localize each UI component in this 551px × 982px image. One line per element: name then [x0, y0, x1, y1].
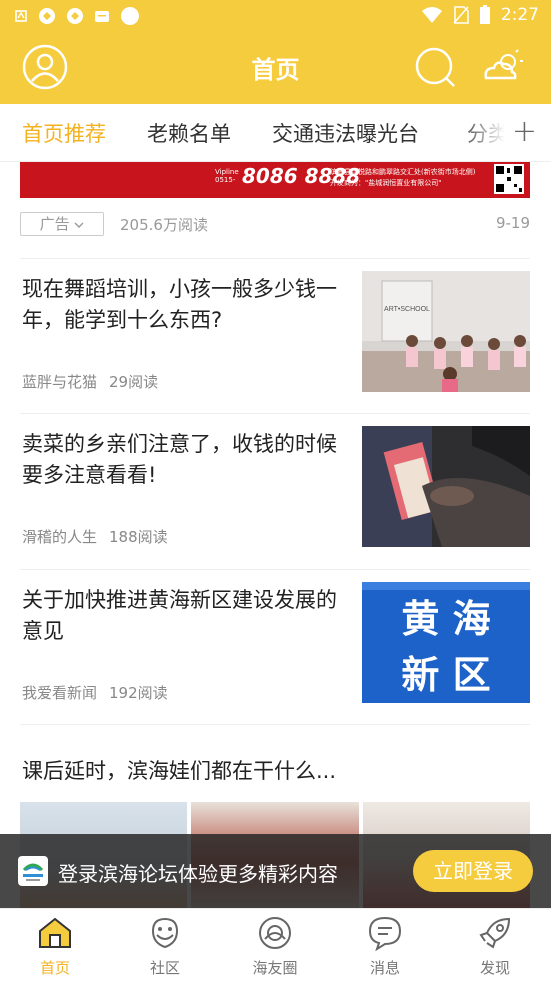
article-title: 现在舞蹈培训，小孩一般多少钱一年，能学到十么东西? [22, 277, 337, 332]
chevron-down-icon [74, 222, 84, 228]
home-icon [39, 917, 71, 948]
article-thumbnail [362, 426, 530, 547]
divider [20, 724, 530, 725]
community-icon [151, 917, 179, 949]
nav-label: 首页 [39, 959, 70, 977]
thumb-text-line2: 新 区 [401, 653, 490, 697]
article-thumbnail: 黄 海 新 区 [362, 582, 530, 703]
bottom-navigation: 首页 社区 海友圈 消息 发现 [0, 908, 551, 981]
art-school-sign: ART•SCHOOL [384, 306, 430, 313]
friends-circle-icon [259, 917, 291, 949]
tab-traffic-violation[interactable]: 交通违法曝光台 [272, 118, 419, 148]
article-title: 关于加快推进黄海新区建设发展的意见 [22, 588, 337, 643]
tab-defaulter-list[interactable]: 老赖名单 [147, 118, 231, 148]
header: 首页 [0, 32, 551, 104]
circle-icon [121, 7, 139, 25]
tab-home-recommend[interactable]: 首页推荐 [22, 118, 106, 148]
nav-label: 发现 [479, 959, 510, 977]
discover-icon [479, 917, 511, 949]
ad-meta-row: 广告 205.6万阅读 9-19 [20, 212, 530, 238]
ad-tag[interactable]: 广告 [20, 212, 104, 236]
article-reads: 188阅读 [109, 528, 168, 546]
tab-fade [457, 104, 517, 161]
status-left-icons [14, 6, 140, 26]
nav-discover[interactable]: 发现 [440, 909, 550, 982]
thumb-text-line1: 黄 海 [401, 597, 490, 641]
ad-reads: 205.6万阅读 [120, 216, 208, 234]
qr-code [494, 164, 524, 194]
article-item[interactable]: 关于加快推进黄海新区建设发展的意见 我爱看新闻 192阅读 黄 海 新 区 [20, 569, 530, 723]
article-meta: 蓝胖与花猫 29阅读 [22, 371, 158, 392]
notification-icon [15, 10, 27, 22]
banner-info: 滨海县淀悦路和鹏翠路交汇处(新农街市场北侧) 开发商为："盐城润恒置业有限公司" [330, 168, 476, 187]
nav-community[interactable]: 社区 [110, 909, 220, 982]
article-item[interactable]: 现在舞蹈培训，小孩一般多少钱一年，能学到十么东西? 蓝胖与花猫 29阅读 ART•… [20, 258, 530, 412]
search-button[interactable] [412, 44, 458, 90]
status-time: 2:27 [500, 5, 539, 25]
article-meta: 滑稽的人生 188阅读 [22, 526, 168, 547]
forum-logo [18, 856, 48, 886]
message-icon [368, 916, 402, 951]
weather-icon [484, 49, 523, 80]
nav-label: 社区 [149, 959, 180, 977]
category-tabs: 首页推荐 老赖名单 交通违法曝光台 分类 + [0, 104, 551, 162]
status-bar: 2:27 [0, 0, 551, 32]
add-tab-button[interactable]: + [512, 114, 537, 149]
article-meta: 我爱看新闻 192阅读 [22, 682, 168, 703]
ad-date: 9-19 [495, 214, 530, 232]
nav-messages[interactable]: 消息 [330, 909, 440, 982]
message-icon [95, 11, 109, 22]
app-icon [39, 8, 55, 24]
status-right-icons: 2:27 [421, 5, 539, 25]
nav-label: 海友圈 [252, 959, 298, 977]
nav-friends-circle[interactable]: 海友圈 [220, 909, 330, 982]
wifi-icon [421, 7, 442, 23]
article-reads: 192阅读 [109, 684, 168, 702]
article-item[interactable]: 卖菜的乡亲们注意了，收钱的时候要多注意看看! 滑稽的人生 188阅读 [20, 413, 530, 567]
nav-label: 消息 [369, 959, 400, 977]
login-prompt-text: 登录滨海论坛体验更多精彩内容 [58, 862, 338, 886]
article-title: 卖菜的乡亲们注意了，收钱的时候要多注意看看! [22, 432, 337, 487]
banner-prefix: Vipline 0515- [215, 168, 239, 184]
article-author: 我爱看新闻 [22, 684, 98, 702]
article-thumbnail: ART•SCHOOL [362, 271, 530, 392]
article-author: 滑稽的人生 [22, 528, 98, 546]
login-button[interactable]: 立即登录 [413, 850, 533, 892]
article-author: 蓝胖与花猫 [22, 373, 98, 391]
no-sim-icon [453, 6, 469, 24]
ad-banner[interactable]: Vipline 0515- 8086 8888 滨海县淀悦路和鹏翠路交汇处(新农街… [20, 162, 530, 198]
gallery-article-title[interactable]: 课后延时，滨海娃们都在干什么... [22, 755, 336, 785]
article-reads: 29阅读 [109, 373, 159, 391]
page-title: 首页 [251, 56, 300, 84]
battery-icon [479, 5, 490, 24]
login-prompt-bar: 登录滨海论坛体验更多精彩内容 立即登录 [0, 834, 551, 908]
nav-home[interactable]: 首页 [0, 909, 110, 982]
weather-button[interactable] [478, 44, 524, 90]
search-icon [415, 47, 455, 87]
app-icon [67, 8, 83, 24]
